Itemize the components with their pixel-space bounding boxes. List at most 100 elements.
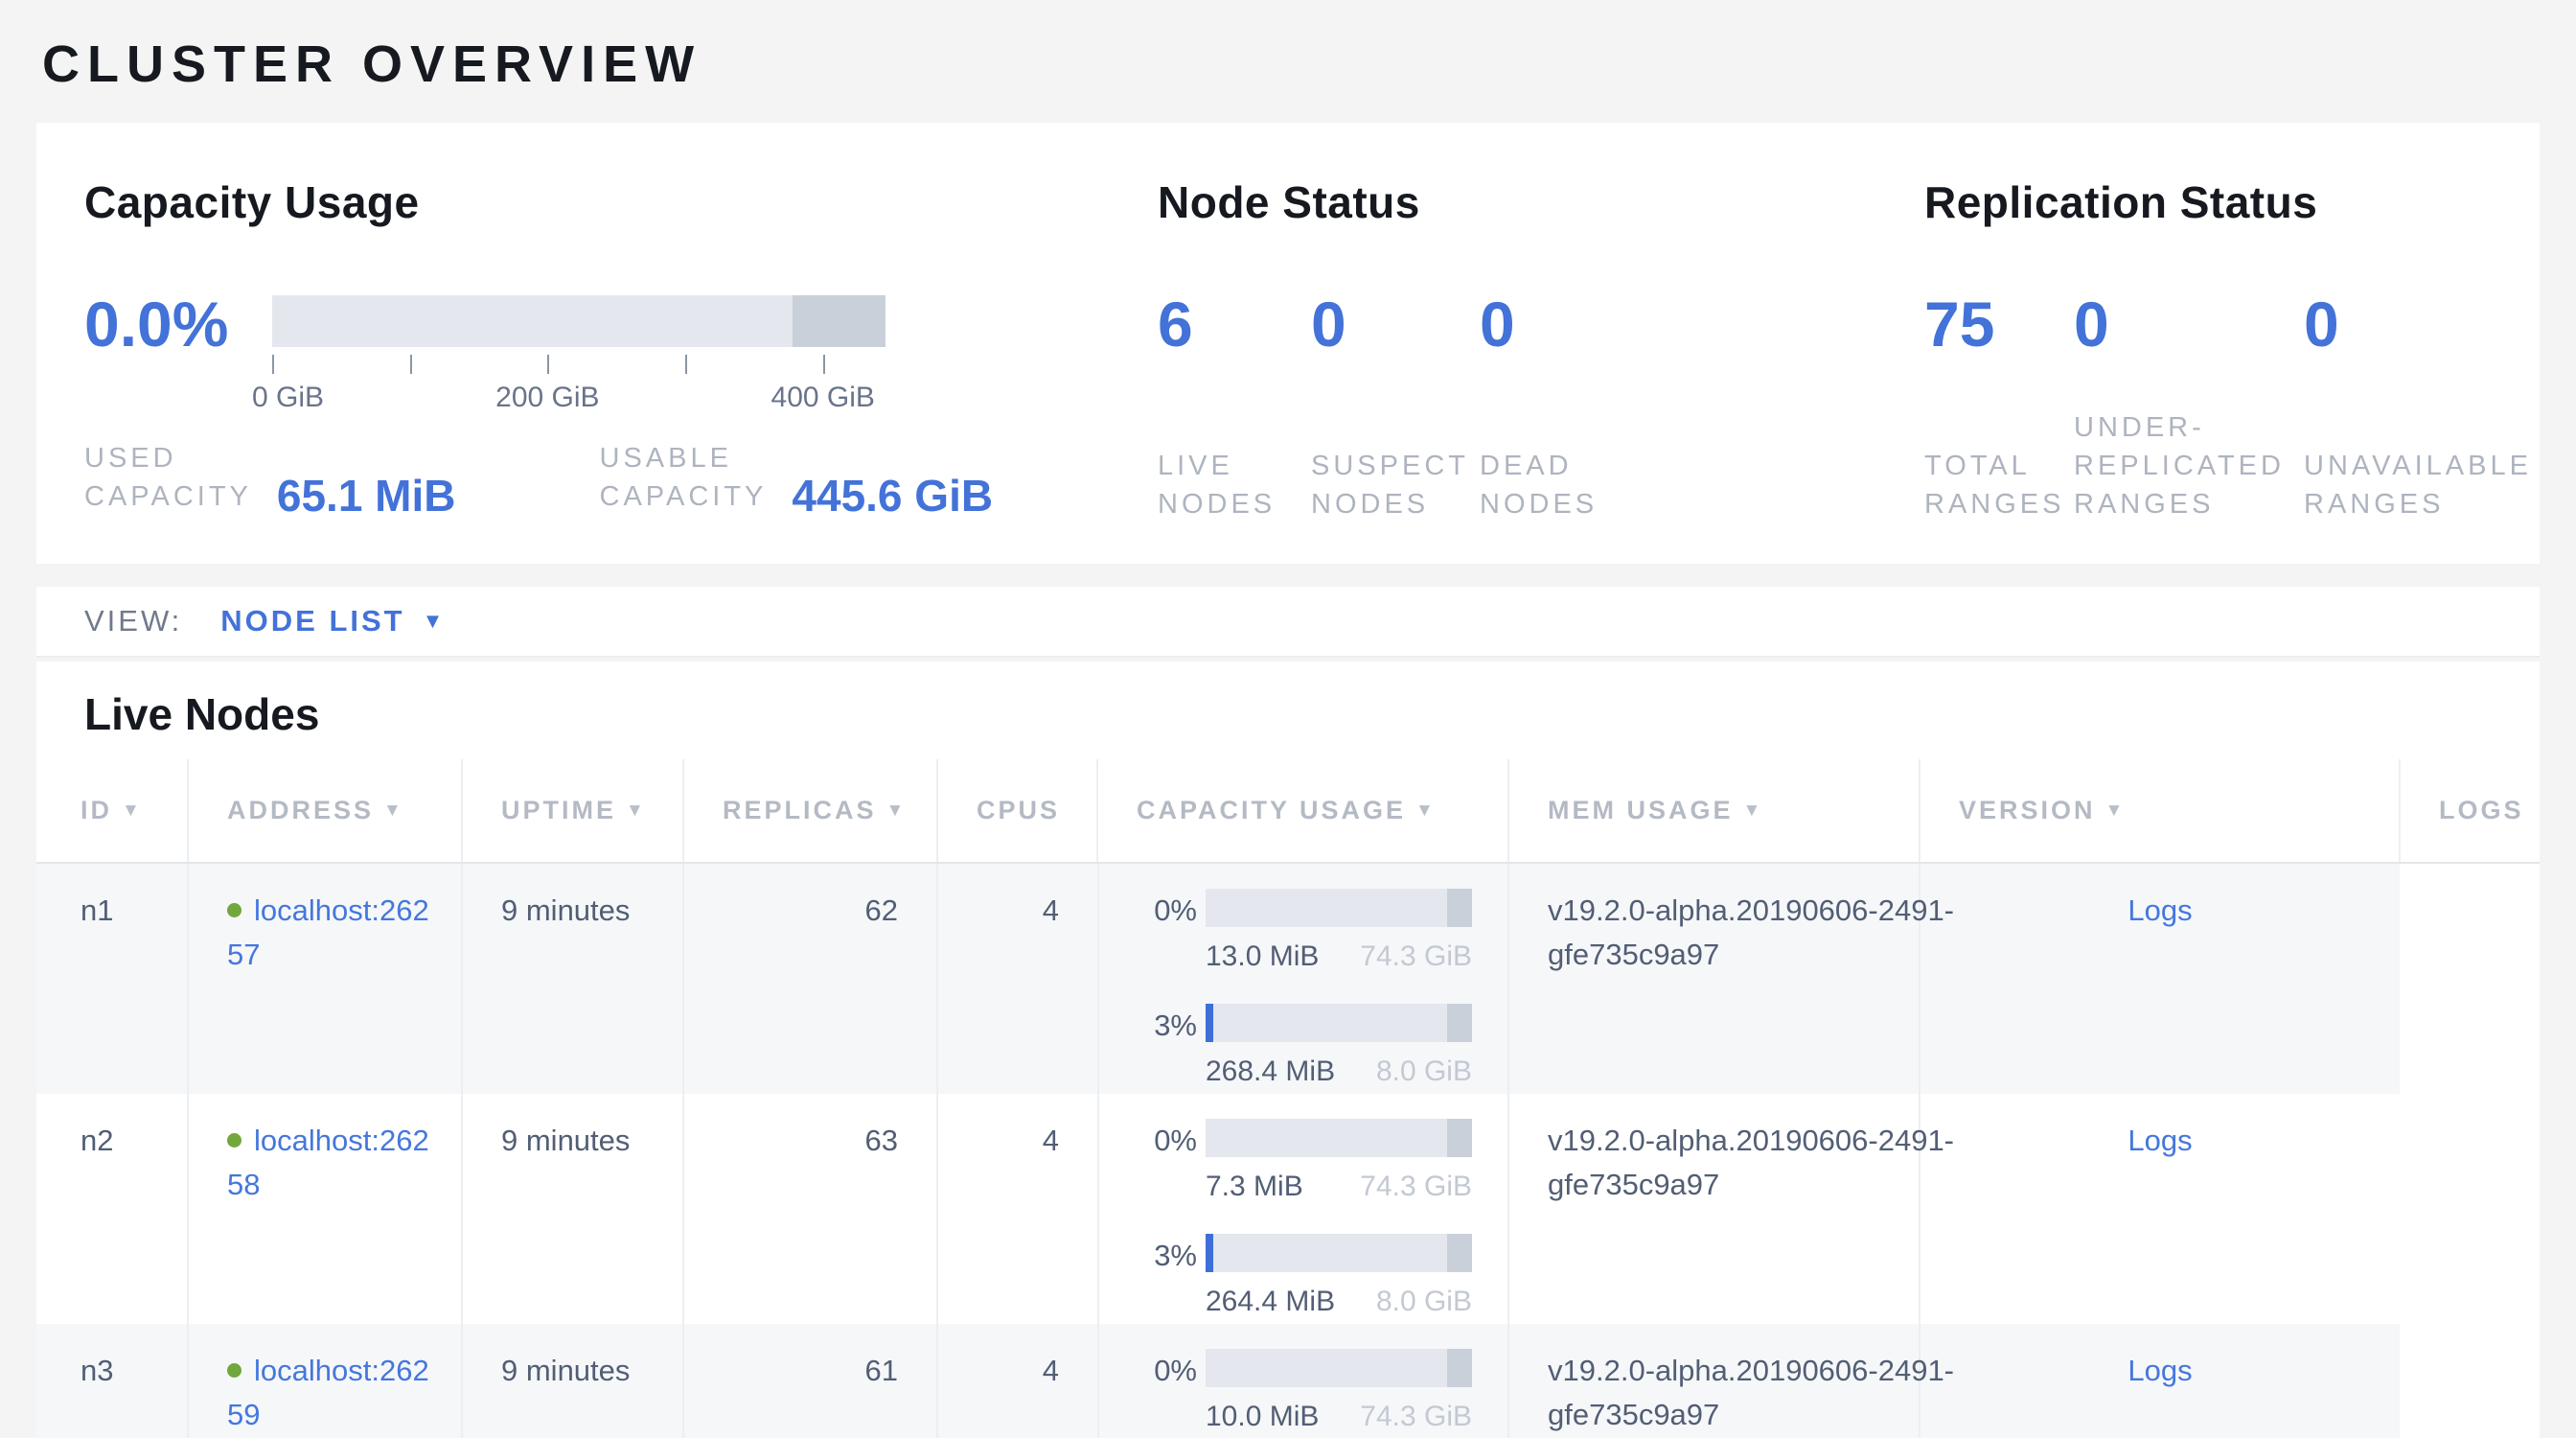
axis-label: 400 GiB (771, 382, 875, 414)
node-address-cell: localhost:26258 (188, 1094, 462, 1324)
capacity-usage-cell: 0% 7.3 MiB 74.3 GiB (1097, 1094, 1507, 1209)
logs-link[interactable]: Logs (2128, 1124, 2192, 1157)
logs-link[interactable]: Logs (2128, 1354, 2192, 1387)
chevron-down-icon[interactable]: ▼ (423, 609, 444, 634)
suspect-nodes-count: 0 (1311, 295, 1480, 353)
capacity-percent: 0.0% (84, 295, 236, 353)
node-address-link[interactable]: localhost:26258 (227, 1124, 429, 1201)
capacity-gauge-bar (272, 295, 886, 347)
logs-link[interactable]: Logs (2128, 893, 2192, 927)
capacity-gauge-chart: 0 GiB 200 GiB 400 GiB (272, 295, 886, 418)
node-id-cell: n1 (36, 863, 188, 1094)
replication-stats: 75 TOTAL RANGES 0 UNDER-REPLICATED RANGE… (1924, 295, 2532, 523)
node-address-link[interactable]: localhost:26259 (227, 1354, 429, 1431)
column-header-address[interactable]: ADDRESS▼ (188, 759, 462, 863)
table-row: n2 localhost:26258 9 minutes 63 4 0% 7.3… (36, 1094, 2540, 1324)
node-address-link[interactable]: localhost:26257 (227, 893, 429, 971)
node-uptime-cell: 9 minutes (462, 863, 683, 1094)
sort-arrow-icon: ▼ (383, 800, 404, 821)
view-bar: VIEW: NODE LIST ▼ (36, 587, 2540, 658)
node-replicas-cell: 63 (683, 1094, 937, 1324)
column-header-version[interactable]: VERSION▼ (1920, 759, 2400, 863)
node-status-section: Node Status 6 LIVE NODES 0 SUSPECT NODES… (1158, 176, 1924, 516)
usable-capacity-stat: USABLE CAPACITY 445.6 GiB (600, 439, 994, 516)
mem-bar (1206, 1234, 1472, 1272)
table-row: n1 localhost:26257 9 minutes 62 4 0% 13.… (36, 863, 2540, 1094)
capacity-bar (1206, 1349, 1472, 1387)
column-header-logs: LOGS (2400, 759, 2540, 863)
node-address-cell: localhost:26259 (188, 1324, 462, 1438)
node-cpus-cell: 4 (937, 863, 1097, 1094)
total-ranges-count: 75 (1924, 295, 2074, 353)
column-header-uptime[interactable]: UPTIME▼ (462, 759, 683, 863)
live-status-icon (227, 1363, 242, 1378)
node-version-cell: v19.2.0-alpha.20190606-2491-gfe735c9a97 (1508, 1324, 1920, 1438)
under-replicated-ranges-stat: 0 UNDER-REPLICATED RANGES (2074, 295, 2304, 523)
usable-capacity-value: 445.6 GiB (792, 475, 993, 516)
dead-nodes-stat: 0 DEAD NODES (1480, 295, 1598, 523)
cluster-summary-card: Capacity Usage 0.0% 0 GiB 200 GiB 400 Gi… (36, 123, 2540, 564)
sort-arrow-icon: ▼ (626, 800, 647, 821)
table-header-row: ID▼ ADDRESS▼ UPTIME▼ REPLICAS▼ CPUS CAPA… (36, 759, 2540, 863)
live-status-icon (227, 903, 242, 917)
mem-usage-cell: 3% 264.4 MiB 8.0 GiB (1097, 1209, 1507, 1324)
unavailable-ranges-label: UNAVAILABLE RANGES (2304, 447, 2532, 523)
capacity-bar (1206, 889, 1472, 927)
under-replicated-count: 0 (2074, 295, 2304, 353)
axis-label: 200 GiB (495, 382, 599, 414)
node-status-stats: 6 LIVE NODES 0 SUSPECT NODES 0 DEAD NODE… (1158, 295, 1924, 523)
used-capacity-label: USED CAPACITY (84, 439, 252, 516)
sort-arrow-icon: ▼ (886, 800, 908, 821)
node-id-cell: n2 (36, 1094, 188, 1324)
column-header-capacity-usage[interactable]: CAPACITY USAGE▼ (1097, 759, 1508, 863)
unavailable-ranges-count: 0 (2304, 295, 2532, 353)
node-version-cell: v19.2.0-alpha.20190606-2491-gfe735c9a97 (1508, 863, 1920, 1094)
suspect-nodes-stat: 0 SUSPECT NODES (1311, 295, 1480, 523)
used-capacity-stat: USED CAPACITY 65.1 MiB (84, 439, 456, 516)
column-header-cpus[interactable]: CPUS (937, 759, 1097, 863)
suspect-nodes-label: SUSPECT NODES (1311, 447, 1468, 523)
node-status-title: Node Status (1158, 176, 1924, 228)
node-logs-cell: Logs (1920, 863, 2400, 1094)
live-nodes-card: Live Nodes ID▼ ADDRESS▼ UPTIME▼ REPLICAS… (36, 661, 2540, 1438)
capacity-bar (1206, 1119, 1472, 1157)
total-ranges-label: TOTAL RANGES (1924, 447, 2064, 523)
unavailable-ranges-stat: 0 UNAVAILABLE RANGES (2304, 295, 2532, 523)
column-header-replicas[interactable]: REPLICAS▼ (683, 759, 937, 863)
node-uptime-cell: 9 minutes (462, 1324, 683, 1438)
live-nodes-table: ID▼ ADDRESS▼ UPTIME▼ REPLICAS▼ CPUS CAPA… (36, 759, 2540, 1438)
node-version-cell: v19.2.0-alpha.20190606-2491-gfe735c9a97 (1508, 1094, 1920, 1324)
live-nodes-title: Live Nodes (84, 688, 2540, 740)
axis-label: 0 GiB (252, 382, 324, 414)
node-address-cell: localhost:26257 (188, 863, 462, 1094)
view-selector-dropdown[interactable]: NODE LIST ▼ (220, 604, 443, 638)
page-title: CLUSTER OVERVIEW (42, 35, 2540, 94)
node-cpus-cell: 4 (937, 1094, 1097, 1324)
live-nodes-count: 6 (1158, 295, 1311, 353)
mem-bar (1206, 1004, 1472, 1042)
used-capacity-value: 65.1 MiB (277, 475, 456, 516)
cluster-overview-page: CLUSTER OVERVIEW Capacity Usage 0.0% 0 G… (0, 0, 2576, 1438)
mem-usage-cell: 3% 268.4 MiB 8.0 GiB (1097, 979, 1507, 1094)
sort-arrow-icon: ▼ (122, 800, 143, 821)
capacity-stats: USED CAPACITY 65.1 MiB USABLE CAPACITY 4… (84, 439, 1158, 516)
dead-nodes-count: 0 (1480, 295, 1598, 353)
node-replicas-cell: 62 (683, 863, 937, 1094)
replication-status-title: Replication Status (1924, 176, 2532, 228)
live-nodes-stat: 6 LIVE NODES (1158, 295, 1311, 523)
replication-status-section: Replication Status 75 TOTAL RANGES 0 UND… (1924, 176, 2532, 516)
sort-arrow-icon: ▼ (1743, 800, 1764, 821)
column-header-id[interactable]: ID▼ (36, 759, 188, 863)
column-header-mem-usage[interactable]: MEM USAGE▼ (1508, 759, 1920, 863)
usable-capacity-label: USABLE CAPACITY (600, 439, 768, 516)
capacity-usage-title: Capacity Usage (84, 176, 1158, 228)
view-selected-value[interactable]: NODE LIST (220, 604, 404, 638)
live-nodes-label: LIVE NODES (1158, 447, 1276, 523)
capacity-axis-labels: 0 GiB 200 GiB 400 GiB (272, 382, 886, 418)
node-id-cell: n3 (36, 1324, 188, 1438)
capacity-usage-cell: 0% 10.0 MiB 74.3 GiB (1097, 1324, 1507, 1438)
sort-arrow-icon: ▼ (2105, 800, 2127, 821)
under-replicated-label: UNDER-REPLICATED RANGES (2074, 408, 2285, 523)
capacity-axis-ticks (272, 355, 886, 376)
node-cpus-cell: 4 (937, 1324, 1097, 1438)
